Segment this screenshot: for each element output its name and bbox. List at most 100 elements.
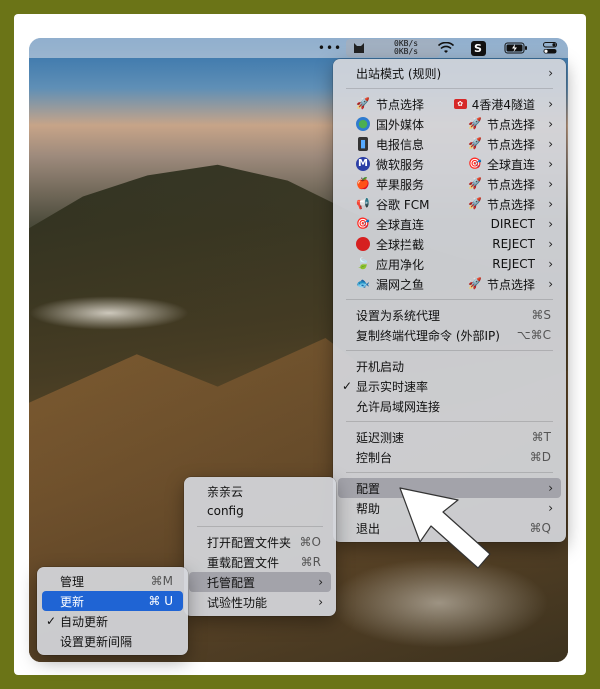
menu-item-label: 亲亲云: [207, 484, 244, 499]
proxy-value: 节点选择: [486, 197, 535, 212]
menu-item-profile-config[interactable]: config: [189, 501, 331, 521]
menu-item-copy-cmd[interactable]: 复制终端代理命令 (外部IP) ⌥⌘C: [338, 325, 561, 345]
menu-item-label: 显示实时速率: [356, 379, 429, 394]
proxy-item-cleanup[interactable]: 🍃 应用净化 REJECT ›: [338, 254, 561, 274]
cat-icon: [354, 43, 364, 53]
menu-item-profile-qinqinyun[interactable]: 亲亲云: [189, 481, 331, 501]
proxy-name: 苹果服务: [376, 177, 425, 192]
target-icon: 🎯: [468, 157, 482, 170]
menu-item-label: 帮助: [356, 501, 381, 516]
chevron-right-icon: ›: [548, 157, 553, 171]
menu-item-label: 复制终端代理命令 (外部IP): [356, 328, 500, 343]
menu-item-managed-config[interactable]: 托管配置 ›: [189, 572, 331, 592]
chevron-right-icon: ›: [548, 277, 553, 291]
rocket-icon: 🚀: [468, 137, 482, 150]
proxy-value: 全球直连: [486, 157, 535, 172]
menu-item-reload[interactable]: 重载配置文件 ⌘R: [189, 552, 331, 572]
shortcut-label: ⌘ U: [148, 594, 173, 608]
menu-item-label: 退出: [356, 521, 381, 536]
separator: [346, 421, 553, 422]
config-submenu: 亲亲云 config 打开配置文件夹 ⌘O 重载配置文件 ⌘R 托管配置 › 试…: [184, 477, 336, 616]
proxy-value: REJECT: [492, 237, 535, 251]
rocket-icon: 🚀: [468, 117, 482, 130]
globe-icon: ●: [356, 117, 370, 131]
chevron-right-icon: ›: [548, 257, 553, 271]
proxy-name: 全球拦截: [376, 237, 425, 252]
chevron-right-icon: ›: [548, 217, 553, 231]
menu-item-launch-at-login[interactable]: 开机启动: [338, 356, 561, 376]
proxy-item-block[interactable]: 全球拦截 REJECT ›: [338, 234, 561, 254]
proxy-name: 全球直连: [376, 217, 425, 232]
menu-item-set-interval[interactable]: 设置更新间隔: [42, 631, 183, 651]
menu-item-label: 管理: [60, 574, 85, 589]
clashx-status-item[interactable]: 0KB/s 0KB/s: [346, 39, 440, 57]
chevron-right-icon: ›: [548, 197, 553, 211]
stop-icon: [356, 237, 370, 251]
separator: [346, 472, 553, 473]
fish-icon: 🐟: [356, 277, 370, 290]
menu-item-update[interactable]: 更新 ⌘ U: [42, 591, 183, 611]
target-icon: 🎯: [356, 217, 370, 230]
menu-item-manage[interactable]: 管理 ⌘M: [42, 571, 183, 591]
proxy-value: 节点选择: [486, 277, 535, 292]
s-app-icon[interactable]: S: [467, 38, 489, 58]
wifi-icon[interactable]: [435, 38, 457, 58]
shortcut-label: ⌘Q: [529, 521, 551, 535]
proxy-value: 节点选择: [486, 137, 535, 152]
shortcut-label: ⌥⌘C: [516, 328, 551, 342]
checkmark-icon: ✓: [342, 379, 353, 393]
menu-item-label: 试验性功能: [207, 595, 268, 610]
separator: [197, 526, 323, 527]
battery-icon[interactable]: [501, 38, 531, 58]
proxy-item-direct[interactable]: 🎯 全球直连 DIRECT ›: [338, 214, 561, 234]
rocket-icon: 🚀: [468, 197, 482, 210]
checkmark-icon: ✓: [46, 614, 57, 628]
separator: [346, 350, 553, 351]
proxy-item-microsoft[interactable]: M 微软服务 🎯 全球直连 ›: [338, 154, 561, 174]
menu-item-auto-update[interactable]: ✓ 自动更新: [42, 611, 183, 631]
menu-item-label: config: [207, 504, 244, 518]
menu-item-allow-lan[interactable]: 允许局域网连接: [338, 396, 561, 416]
proxy-item-apple[interactable]: 🍎 苹果服务 🚀 节点选择 ›: [338, 174, 561, 194]
hk-flag-icon: ✿: [453, 99, 467, 109]
chevron-right-icon: ›: [548, 501, 553, 515]
apple-icon: 🍎: [356, 177, 370, 190]
chevron-right-icon: ›: [548, 481, 553, 495]
proxy-name: 电报信息: [376, 137, 425, 152]
proxy-value: DIRECT: [490, 217, 535, 231]
proxy-item-fallback[interactable]: 🐟 漏网之鱼 🚀 节点选择 ›: [338, 274, 561, 294]
proxy-item-foreign-media[interactable]: ● 国外媒体 🚀 节点选择 ›: [338, 114, 561, 134]
menu-item-label: 延迟测速: [356, 430, 405, 445]
proxy-name: 谷歌 FCM: [376, 197, 430, 212]
menu-item-set-system-proxy[interactable]: 设置为系统代理 ⌘S: [338, 305, 561, 325]
menu-item-dashboard[interactable]: 控制台 ⌘D: [338, 447, 561, 467]
shortcut-label: ⌘S: [531, 308, 551, 322]
separator: [346, 88, 553, 89]
menu-item-delay-test[interactable]: 延迟测速 ⌘T: [338, 427, 561, 447]
separator: [346, 299, 553, 300]
proxy-value: REJECT: [492, 257, 535, 271]
chevron-right-icon: ›: [318, 595, 323, 609]
menu-item-label: 更新: [60, 594, 85, 609]
menu-item-show-speed[interactable]: ✓ 显示实时速率: [338, 376, 561, 396]
menu-item-experimental[interactable]: 试验性功能 ›: [189, 592, 331, 612]
m-icon: M: [356, 157, 370, 171]
more-icon[interactable]: •••: [318, 38, 341, 58]
shortcut-label: ⌘R: [300, 555, 321, 569]
menu-item-label: 出站模式 (规则): [356, 66, 442, 81]
proxy-item-google-fcm[interactable]: 📢 谷歌 FCM 🚀 节点选择 ›: [338, 194, 561, 214]
leaf-icon: 🍃: [356, 257, 370, 270]
control-center-icon[interactable]: [539, 38, 561, 58]
menu-bar: ••• 0KB/s 0KB/s S: [29, 38, 568, 58]
annotation-arrow-icon: [399, 487, 491, 569]
menu-item-label: 重载配置文件: [207, 555, 280, 570]
chevron-right-icon: ›: [548, 177, 553, 191]
menu-item-open-folder[interactable]: 打开配置文件夹 ⌘O: [189, 532, 331, 552]
rocket-icon: 🚀: [356, 97, 370, 110]
rocket-icon: 🚀: [468, 277, 482, 290]
proxy-item-telegram[interactable]: ▮ 电报信息 🚀 节点选择 ›: [338, 134, 561, 154]
speed-readout: 0KB/s 0KB/s: [394, 39, 419, 56]
proxy-item-node-select[interactable]: 🚀 节点选择 ✿ 4香港4隧道 ›: [338, 94, 561, 114]
proxy-name: 国外媒体: [376, 117, 425, 132]
menu-item-mode[interactable]: 出站模式 (规则) ›: [338, 63, 561, 83]
